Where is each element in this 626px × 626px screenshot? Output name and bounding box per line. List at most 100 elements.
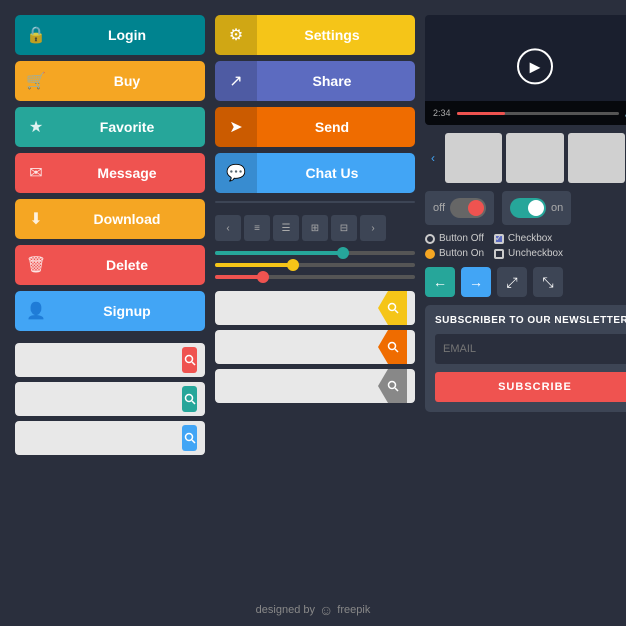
radio-circle-on <box>425 249 435 259</box>
search-bars-mid <box>215 291 415 403</box>
list-view-2[interactable]: ☰ <box>273 215 299 241</box>
slider-thumb-red[interactable] <box>257 271 269 283</box>
checkbox-checked[interactable]: ✓ Checkbox <box>494 233 552 244</box>
video-time: 2:34 <box>433 108 451 118</box>
slider-track-green[interactable] <box>215 251 415 255</box>
video-player: ▶ 2:34 🔊 <box>425 15 626 125</box>
email-input[interactable] <box>435 334 626 364</box>
nav-left-arrow[interactable]: ← <box>425 267 455 297</box>
checkbox-unchecked-sq <box>494 249 504 259</box>
radio-on-label: Button On <box>439 248 484 259</box>
slider-thumb-green[interactable] <box>337 247 349 259</box>
middle-column: ⚙ Settings ↗ Share ➤ Send 💬 Chat Us ‹ ≡ … <box>215 15 415 455</box>
signup-button[interactable]: 👤 Signup <box>15 291 205 331</box>
prev-page-button[interactable]: ‹ <box>215 215 241 241</box>
brand-text: freepik <box>337 604 370 616</box>
slider-track-red[interactable] <box>215 275 415 279</box>
thumbnail-3[interactable] <box>568 133 625 183</box>
thumbnail-2[interactable] <box>506 133 563 183</box>
search-input-1[interactable] <box>23 353 178 367</box>
share-button[interactable]: ↗ Share <box>215 61 415 101</box>
arrow-search-input-3[interactable] <box>223 379 378 393</box>
radio-circle-off <box>425 234 435 244</box>
subscribe-button[interactable]: SUBSCRIBE <box>435 372 626 402</box>
nav-fullscreen-icon[interactable]: ⤡ <box>533 267 563 297</box>
settings-label: Settings <box>257 27 415 43</box>
checkbox-unchecked[interactable]: Uncheckbox <box>494 248 563 259</box>
list-view-1[interactable]: ≡ <box>244 215 270 241</box>
share-label: Share <box>257 73 415 89</box>
radio-row: Button Off ✓ Checkbox <box>425 233 626 244</box>
download-icon: ⬇ <box>15 199 57 239</box>
toggle-off[interactable]: off <box>425 191 494 225</box>
radio-button-on[interactable]: Button On <box>425 248 484 259</box>
search-button-2[interactable] <box>182 386 197 412</box>
nav-right-arrow[interactable]: → <box>461 267 491 297</box>
video-controls: 2:34 🔊 <box>425 101 626 125</box>
signup-label: Signup <box>57 303 205 319</box>
radio-button-off[interactable]: Button Off <box>425 233 484 244</box>
search-button-1[interactable] <box>182 347 197 373</box>
favorite-button[interactable]: ★ Favorite <box>15 107 205 147</box>
arrow-search-btn-3[interactable] <box>378 369 407 403</box>
download-button[interactable]: ⬇ Download <box>15 199 205 239</box>
send-label: Send <box>257 119 415 135</box>
toggle-switch-off[interactable] <box>450 198 486 218</box>
toggles-row: off on <box>425 191 626 225</box>
download-label: Download <box>57 211 205 227</box>
toggle-switch-on[interactable] <box>510 198 546 218</box>
thumbnail-grid: ‹ › <box>425 133 626 183</box>
slider-red <box>215 275 415 279</box>
arrow-search-input-2[interactable] <box>223 340 378 354</box>
star-icon: ★ <box>15 107 57 147</box>
left-column: 🔒 Login 🛒 Buy ★ Favorite ✉ Message ⬇ Dow… <box>15 15 205 455</box>
search-bar-1 <box>15 343 205 377</box>
checkbox-checked-sq: ✓ <box>494 234 504 244</box>
login-button[interactable]: 🔒 Login <box>15 15 205 55</box>
freepik-attribution: designed by ☺ freepik <box>256 602 371 618</box>
message-button[interactable]: ✉ Message <box>15 153 205 193</box>
search-input-2[interactable] <box>23 392 178 406</box>
play-button[interactable]: ▶ <box>517 48 553 84</box>
lock-icon: 🔒 <box>15 15 57 55</box>
chat-icon: 💬 <box>215 153 257 193</box>
grid-view-2[interactable]: ⊟ <box>331 215 357 241</box>
thumb-prev-button[interactable]: ‹ <box>425 150 441 166</box>
grid-view-1[interactable]: ⊞ <box>302 215 328 241</box>
thumbnail-1[interactable] <box>445 133 502 183</box>
envelope-icon: ✉ <box>15 153 57 193</box>
message-label: Message <box>57 165 205 181</box>
settings-button[interactable]: ⚙ Settings <box>215 15 415 55</box>
radio-off-label: Button Off <box>439 233 484 244</box>
cart-icon: 🛒 <box>15 61 57 101</box>
delete-button[interactable]: 🗑 Delete <box>15 245 205 285</box>
buy-button[interactable]: 🛒 Buy <box>15 61 205 101</box>
arrow-search-btn-2[interactable] <box>378 330 407 364</box>
arrow-search-bar-2 <box>215 330 415 364</box>
arrow-search-btn-1[interactable] <box>378 291 407 325</box>
send-icon: ➤ <box>215 107 257 147</box>
right-column: ▶ 2:34 🔊 ‹ › off on <box>425 15 626 455</box>
arrow-search-input-1[interactable] <box>223 301 378 315</box>
login-label: Login <box>57 27 205 43</box>
send-button[interactable]: ➤ Send <box>215 107 415 147</box>
chat-button[interactable]: 💬 Chat Us <box>215 153 415 193</box>
footer: designed by ☺ freepik <box>0 602 626 618</box>
search-bars-left <box>15 343 205 455</box>
nav-expand-icon[interactable]: ⤢ <box>497 267 527 297</box>
search-button-3[interactable] <box>182 425 197 451</box>
uncheckbox-label: Uncheckbox <box>508 248 563 259</box>
arrow-search-bar-3 <box>215 369 415 403</box>
slider-fill-green <box>215 251 345 255</box>
radio-row-2: Button On Uncheckbox <box>425 248 626 259</box>
slider-thumb-yellow[interactable] <box>287 259 299 271</box>
toggle-on[interactable]: on <box>502 191 571 225</box>
video-progress-bar[interactable] <box>457 112 619 115</box>
slider-green <box>215 251 415 255</box>
nav-arrows-row: ← → ⤢ ⤡ <box>425 267 626 297</box>
next-page-button[interactable]: › <box>360 215 386 241</box>
buy-label: Buy <box>57 73 205 89</box>
search-input-3[interactable] <box>23 431 178 445</box>
trash-icon: 🗑 <box>15 245 57 285</box>
slider-track-yellow[interactable] <box>215 263 415 267</box>
